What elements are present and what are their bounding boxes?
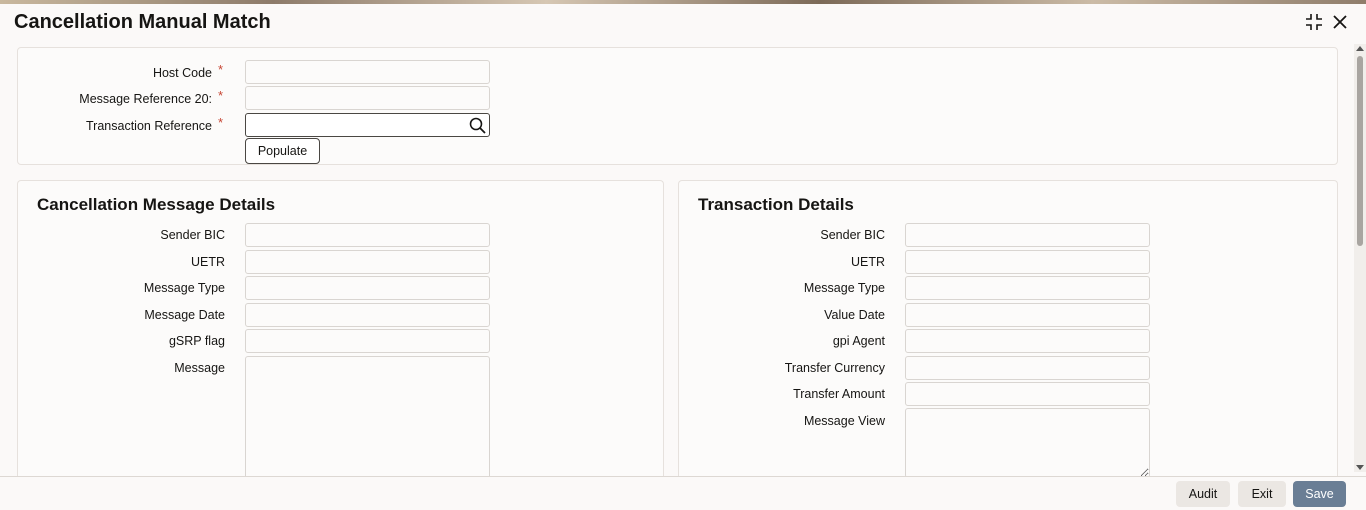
transaction-reference-required: * (218, 115, 224, 130)
cancel-uetr-label: UETR (190, 255, 225, 269)
host-code-field[interactable] (245, 60, 490, 84)
txn-message-view-textarea[interactable] (905, 408, 1150, 478)
footer-toolbar: Audit Exit Save (0, 476, 1366, 510)
txn-gpi-agent-label: gpi Agent (832, 334, 885, 348)
cancel-message-date-field[interactable] (245, 303, 490, 327)
scroll-up-arrow-icon[interactable] (1356, 46, 1364, 51)
search-icon[interactable] (469, 117, 486, 134)
cancel-uetr-field[interactable] (245, 250, 490, 274)
cancel-gsrp-flag-field[interactable] (245, 329, 490, 353)
txn-value-date-label: Value Date (824, 308, 885, 322)
txn-message-type-label: Message Type (803, 281, 885, 295)
txn-transfer-amount-label: Transfer Amount (793, 387, 885, 401)
txn-value-date-field[interactable] (905, 303, 1150, 327)
cancellation-section-title: Cancellation Message Details (37, 195, 276, 214)
scroll-down-arrow-icon[interactable] (1356, 465, 1364, 470)
transaction-reference-field[interactable] (245, 113, 490, 137)
cancel-sender-bic-field[interactable] (245, 223, 490, 247)
message-reference-required: * (218, 88, 224, 103)
save-button[interactable]: Save (1293, 481, 1346, 507)
scrollbar-thumb[interactable] (1357, 56, 1363, 246)
cancel-message-type-field[interactable] (245, 276, 490, 300)
transaction-section-title: Transaction Details (698, 195, 854, 214)
txn-message-view-label: Message View (803, 414, 885, 428)
txn-uetr-field[interactable] (905, 250, 1150, 274)
cancel-sender-bic-label: Sender BIC (160, 228, 225, 242)
txn-uetr-label: UETR (850, 255, 885, 269)
exit-button[interactable]: Exit (1238, 481, 1286, 507)
txn-sender-bic-label: Sender BIC (820, 228, 885, 242)
audit-button[interactable]: Audit (1176, 481, 1230, 507)
cancel-gsrp-flag-label: gSRP flag (168, 334, 225, 348)
page-title: Cancellation Manual Match (14, 11, 271, 33)
message-reference-field[interactable] (245, 86, 490, 110)
txn-transfer-currency-field[interactable] (905, 356, 1150, 380)
txn-transfer-amount-field[interactable] (905, 382, 1150, 406)
message-reference-label: Message Reference 20: (79, 92, 212, 106)
header-panel (17, 47, 1338, 165)
cancel-message-label: Message (174, 361, 225, 375)
txn-transfer-currency-label: Transfer Currency (784, 361, 885, 375)
host-code-label: Host Code (152, 66, 212, 80)
txn-sender-bic-field[interactable] (905, 223, 1150, 247)
maximize-icon[interactable] (1304, 12, 1324, 32)
txn-gpi-agent-field[interactable] (905, 329, 1150, 353)
cancel-message-type-label: Message Type (143, 281, 225, 295)
vertical-scrollbar[interactable] (1354, 44, 1366, 472)
host-code-required: * (218, 62, 224, 77)
cancel-message-textarea[interactable] (245, 356, 490, 486)
txn-message-type-field[interactable] (905, 276, 1150, 300)
cancel-message-date-label: Message Date (144, 308, 225, 322)
populate-button[interactable]: Populate (245, 138, 320, 164)
transaction-reference-label: Transaction Reference (86, 119, 212, 133)
close-icon[interactable] (1332, 14, 1348, 30)
